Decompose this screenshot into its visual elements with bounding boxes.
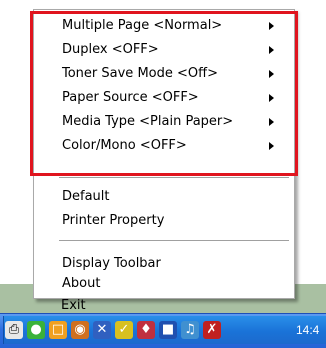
update-tray-icon[interactable]: ✓	[115, 321, 133, 339]
folder-tray-icon[interactable]: □	[49, 321, 67, 339]
speaker-tray-icon[interactable]: ♫	[181, 321, 199, 339]
wireless-tray-icon[interactable]: ✗	[203, 321, 221, 339]
connection-tray-icon[interactable]: ✕	[93, 321, 111, 339]
menu-item-label: About	[62, 276, 101, 291]
menu-separator	[59, 240, 289, 241]
menu-separator	[59, 177, 289, 178]
network-tray-icon[interactable]: ●	[27, 321, 45, 339]
antivirus-tray-icon[interactable]: ◉	[71, 321, 89, 339]
menu-item-about[interactable]: About	[34, 273, 292, 295]
taskbar-clock[interactable]: 14:4	[296, 323, 319, 337]
highlight-annotation-box	[30, 11, 298, 176]
menu-item-default[interactable]: Default	[34, 185, 292, 209]
menu-item-label: Printer Property	[62, 213, 165, 228]
menu-item-printer-property[interactable]: Printer Property	[34, 209, 292, 233]
display-tray-icon[interactable]: ■	[159, 321, 177, 339]
menu-item-label: Default	[62, 189, 110, 204]
menu-item-label: Exit	[61, 298, 86, 313]
printer-tray-icon[interactable]: ⎙	[5, 321, 23, 339]
security-tray-icon[interactable]: ♦	[137, 321, 155, 339]
menu-item-exit[interactable]: Exit	[33, 294, 293, 318]
